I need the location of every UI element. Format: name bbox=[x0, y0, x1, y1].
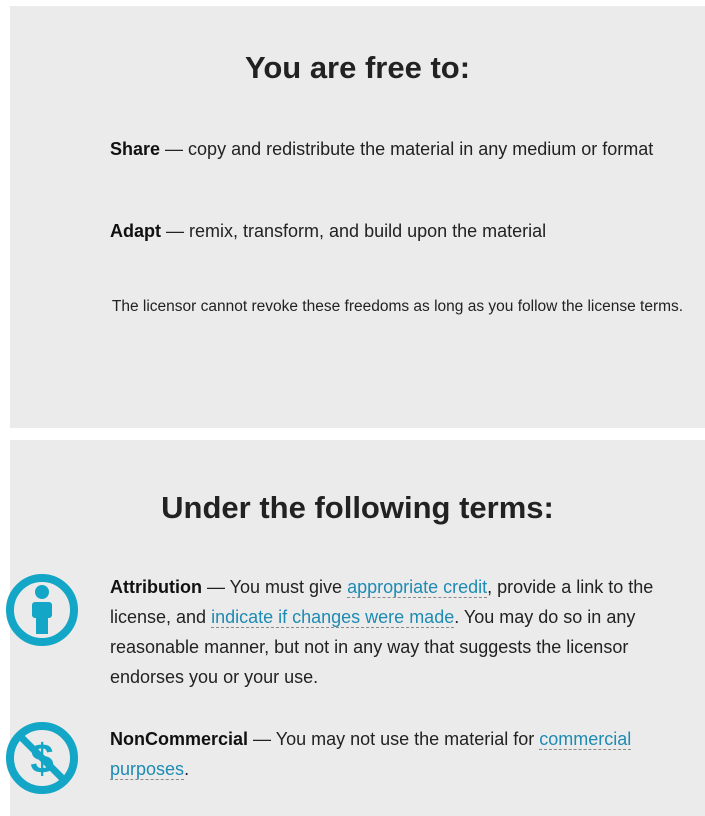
noncommercial-dash: — bbox=[248, 729, 276, 749]
noncommercial-dollar-icon: $ bbox=[6, 722, 78, 794]
noncommercial-term: NonCommercial bbox=[110, 729, 249, 749]
attribution-text-1: You must give bbox=[229, 577, 348, 597]
attribution-term-block: Attribution — You must give appropriate … bbox=[110, 572, 685, 692]
svg-text:$: $ bbox=[30, 735, 53, 782]
freedoms-panel: You are free to: Share — copy and redist… bbox=[10, 6, 705, 428]
adapt-dash: — bbox=[161, 221, 190, 241]
section-divider bbox=[38, 428, 705, 440]
share-description: copy and redistribute the material in an… bbox=[188, 139, 654, 159]
adapt-term: Adapt bbox=[110, 221, 161, 241]
indicate-changes-link[interactable]: indicate if changes were made bbox=[211, 607, 455, 628]
terms-heading: Under the following terms: bbox=[161, 490, 554, 525]
freedoms-note: The licensor cannot revoke these freedom… bbox=[111, 298, 684, 315]
adapt-freedom: Adapt — remix, transform, and build upon… bbox=[110, 216, 685, 246]
attribution-dash: — bbox=[201, 577, 230, 597]
attribution-person-icon bbox=[6, 574, 78, 646]
adapt-description: remix, transform, and build upon the mat… bbox=[189, 221, 547, 241]
noncommercial-term-block: NonCommercial — You may not use the mate… bbox=[110, 724, 685, 784]
noncommercial-text-2: . bbox=[184, 759, 190, 779]
share-term: Share bbox=[110, 139, 161, 159]
noncommercial-text-1: You may not use the material for bbox=[275, 729, 540, 749]
attribution-term: Attribution bbox=[110, 577, 202, 597]
freedoms-heading: You are free to: bbox=[244, 50, 471, 85]
share-dash: — bbox=[160, 139, 189, 159]
share-freedom: Share — copy and redistribute the materi… bbox=[110, 134, 685, 164]
appropriate-credit-link[interactable]: appropriate credit bbox=[347, 577, 488, 598]
terms-panel: Under the following terms: Attribution —… bbox=[6, 440, 705, 816]
